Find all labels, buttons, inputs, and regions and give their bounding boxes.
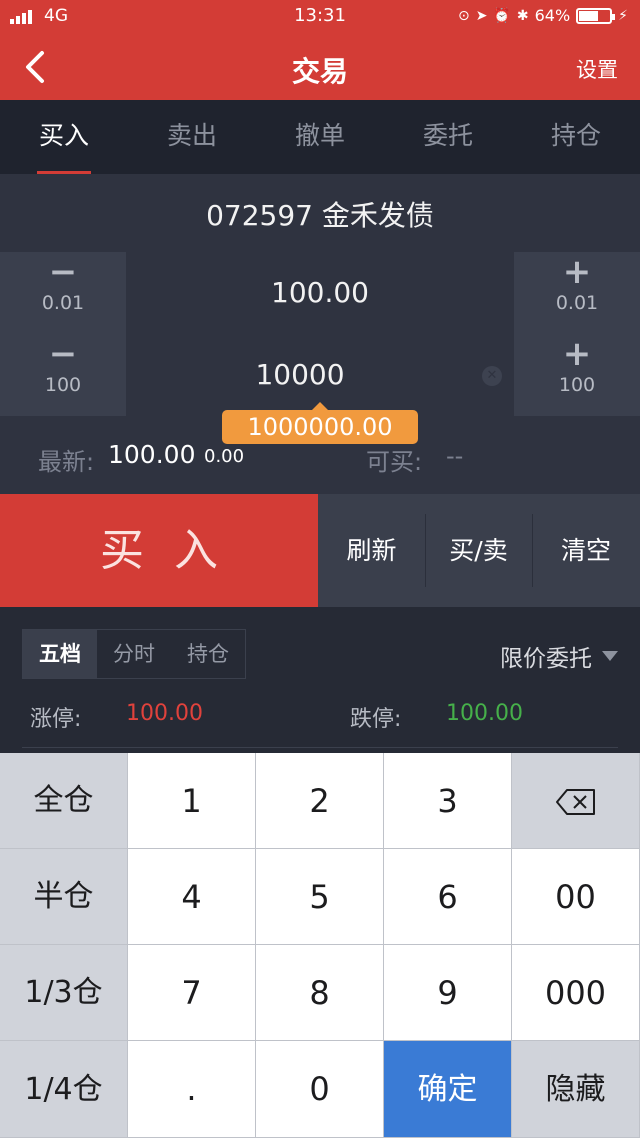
battery-percent: 64% [534, 6, 571, 25]
key-000[interactable]: 000 [512, 945, 640, 1041]
can-buy-value: -- [446, 442, 464, 470]
plus-icon: + [562, 252, 592, 292]
market-panel: 五档 分时 持仓 限价委托 涨停: 100.00 跌停: 100.00 [0, 607, 640, 753]
key-quarter-position[interactable]: 1/4仓 [0, 1041, 128, 1138]
key-backspace[interactable] [512, 753, 640, 849]
key-0[interactable]: 0 [256, 1041, 384, 1138]
key-9[interactable]: 9 [384, 945, 512, 1041]
stock-title[interactable]: 072597 金禾发债 [0, 194, 640, 234]
clear-button[interactable]: 清空 [532, 494, 640, 607]
rotation-lock-icon: ⊙ [457, 7, 470, 24]
charging-icon: ⚡ [618, 7, 628, 24]
tab-cancel[interactable]: 撤单 [256, 100, 384, 174]
action-row: 买入 刷新 买/卖 清空 [0, 494, 640, 607]
price-input[interactable]: 100.00 [126, 276, 514, 309]
key-6[interactable]: 6 [384, 849, 512, 945]
order-form: 072597 金禾发债 − 0.01 + 0.01 100.00 − 100 +… [0, 174, 640, 494]
bluetooth-icon: ✱ [516, 7, 529, 24]
key-full-position[interactable]: 全仓 [0, 753, 128, 849]
divider [22, 747, 618, 748]
quantity-step-label: 100 [558, 374, 596, 396]
key-half-position[interactable]: 半仓 [0, 849, 128, 945]
quantity-input[interactable]: 10000 [106, 358, 494, 391]
key-7[interactable]: 7 [128, 945, 256, 1041]
refresh-button[interactable]: 刷新 [318, 494, 425, 607]
key-5[interactable]: 5 [256, 849, 384, 945]
key-3[interactable]: 3 [384, 753, 512, 849]
order-total-badge: 1000000.00 [222, 402, 418, 444]
clear-input-icon[interactable]: ✕ [482, 366, 502, 386]
alarm-icon: ⏰ [493, 7, 511, 24]
latest-price-label: 最新: [38, 448, 95, 476]
tab-positions[interactable]: 持仓 [512, 100, 640, 174]
order-type-select[interactable]: 限价委托 [500, 639, 592, 673]
key-1[interactable]: 1 [128, 753, 256, 849]
status-bar: 4G 13:31 ⊙ ➤ ⏰ ✱ 64% ⚡ [0, 0, 640, 34]
backspace-icon [555, 788, 595, 815]
minus-icon: − [48, 252, 78, 292]
settings-button[interactable]: 设置 [576, 54, 618, 84]
tab-buy[interactable]: 买入 [0, 100, 128, 174]
plus-icon: + [562, 334, 592, 374]
price-step-label: 0.01 [555, 292, 599, 314]
nav-bar: 交易 设置 [0, 34, 640, 100]
limit-up-label: 涨停: [30, 707, 82, 732]
key-4[interactable]: 4 [128, 849, 256, 945]
can-buy-label: 可买: [366, 448, 423, 476]
trade-tabs: 买入 卖出 撤单 委托 持仓 [0, 100, 640, 174]
limit-down-value: 100.00 [446, 701, 523, 726]
battery-icon [576, 7, 616, 24]
limit-down-label: 跌停: [350, 707, 402, 732]
segment-intraday[interactable]: 分时 [97, 630, 171, 678]
key-third-position[interactable]: 1/3仓 [0, 945, 128, 1041]
limit-up-value: 100.00 [126, 701, 203, 726]
price-step-label: 0.01 [41, 292, 85, 314]
key-dot[interactable]: . [128, 1041, 256, 1138]
key-00[interactable]: 00 [512, 849, 640, 945]
tab-orders[interactable]: 委托 [384, 100, 512, 174]
segment-positions[interactable]: 持仓 [171, 630, 245, 678]
latest-change-value: 0.00 [204, 446, 245, 467]
buy-submit-button[interactable]: 买入 [0, 494, 318, 607]
key-confirm[interactable]: 确定 [384, 1041, 512, 1138]
key-8[interactable]: 8 [256, 945, 384, 1041]
price-decrease-button[interactable]: − 0.01 [0, 252, 126, 334]
price-increase-button[interactable]: + 0.01 [514, 252, 640, 334]
header: 4G 13:31 ⊙ ➤ ⏰ ✱ 64% ⚡ 交易 设置 [0, 0, 640, 100]
latest-price-value: 100.00 [108, 440, 196, 469]
numeric-keypad: 全仓 1 2 3 半仓 4 5 6 00 1/3仓 7 8 9 000 1/4仓… [0, 753, 640, 1138]
tab-sell[interactable]: 卖出 [128, 100, 256, 174]
buy-sell-toggle-button[interactable]: 买/卖 [425, 494, 532, 607]
key-hide-keyboard[interactable]: 隐藏 [512, 1041, 640, 1138]
caret-down-icon[interactable] [602, 651, 618, 661]
segment-five-levels[interactable]: 五档 [23, 630, 97, 678]
key-2[interactable]: 2 [256, 753, 384, 849]
page-title: 交易 [291, 55, 348, 88]
quantity-increase-button[interactable]: + 100 [514, 334, 640, 416]
market-segment-control: 五档 分时 持仓 [22, 629, 246, 679]
location-icon: ➤ [475, 7, 488, 24]
